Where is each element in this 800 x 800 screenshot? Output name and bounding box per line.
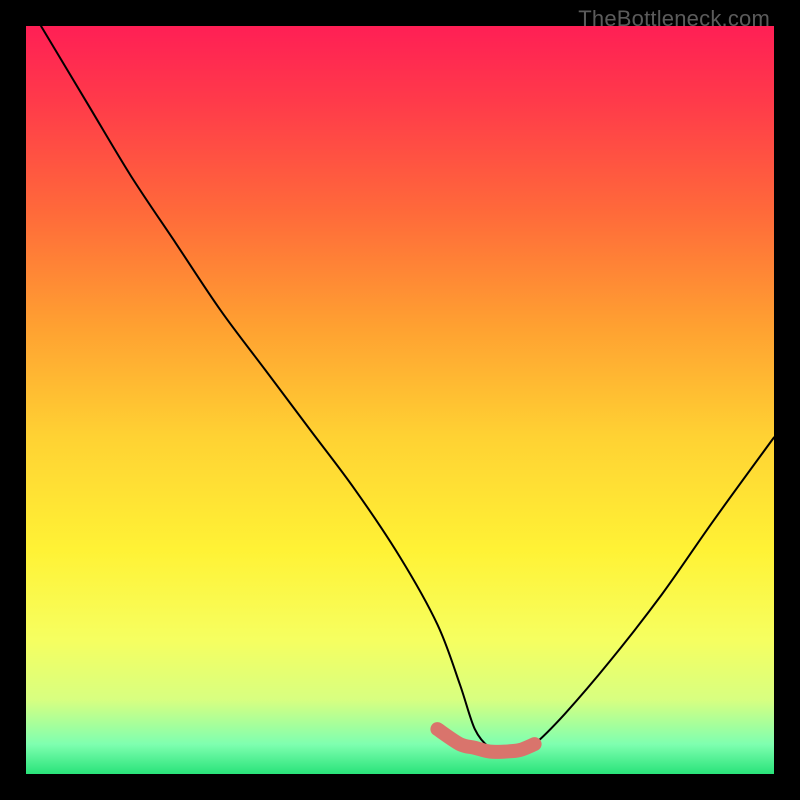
- curve-svg: [26, 26, 774, 774]
- plot-area: [26, 26, 774, 774]
- chart-frame: TheBottleneck.com: [0, 0, 800, 800]
- highlight-segment: [437, 729, 534, 752]
- bottleneck-curve: [41, 26, 774, 752]
